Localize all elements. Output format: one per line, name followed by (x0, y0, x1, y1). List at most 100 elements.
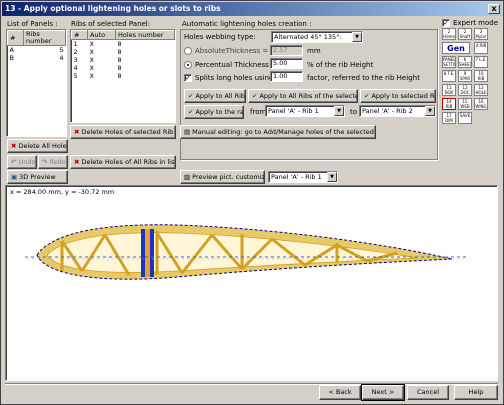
cancel-button[interactable]: Cancel (407, 385, 449, 400)
tool-te[interactable]: 8 T.E. (442, 70, 456, 82)
tool-panel-setting[interactable]: PANEL SETTING (442, 56, 456, 68)
panel-row[interactable]: A 5 (8, 46, 66, 55)
rib-row[interactable]: 5 X 8 (72, 72, 175, 80)
tool-save[interactable]: SAVE (458, 112, 472, 124)
absolute-thickness-radio[interactable]: AbsoluteThickness = (184, 47, 268, 56)
spar-stripe (145, 229, 150, 277)
rib-preview-canvas[interactable]: x = 284.00 mm, y = -30.72 mm (5, 185, 498, 381)
absolute-thickness-field[interactable]: 2.57 (270, 45, 303, 56)
split-factor-field[interactable]: 1.00 (270, 71, 303, 82)
close-button[interactable]: x (488, 4, 500, 14)
cancel-label: Cancel (416, 388, 440, 396)
delete-all-holes-button[interactable]: ✖ Delete All Holes! (7, 139, 68, 153)
tool-label: 2 Home (443, 29, 455, 39)
tool-mylar[interactable]: 3 Mylar (474, 28, 488, 40)
tool-le[interactable]: 7 L.E. (474, 56, 488, 68)
preview-3d-button[interactable]: ▣ 3D Preview (7, 170, 68, 184)
tool-shaft[interactable]: 2 Shaft (458, 28, 472, 40)
rib-auto: X (89, 40, 94, 48)
tool-web[interactable]: 15 WEB (458, 98, 472, 110)
rib-holes: 8 (117, 56, 122, 64)
split-holes-checkbox[interactable]: ✓ Splits long holes using a (184, 74, 280, 83)
tool-label: 4 RIB (475, 43, 487, 48)
rib-id: 5 (73, 72, 78, 80)
tool-home[interactable]: 2 Home (442, 28, 456, 40)
panel-id: A (9, 46, 14, 54)
tool-label: 16 WING TIP (475, 99, 487, 109)
webbing-type-select[interactable]: Alternated 45° 135°: ▼ (271, 31, 363, 43)
ribs-col-holes[interactable]: Holes number (115, 30, 175, 40)
tool-gen[interactable]: Gen (442, 42, 470, 54)
dialog-window: 13 - Apply optional lightening holes or … (0, 0, 504, 405)
tool-label: 13 HOLE (475, 85, 487, 95)
rib-row[interactable]: 2 X 8 (72, 48, 175, 56)
back-button[interactable]: < Back (319, 385, 361, 400)
rib-drawing (25, 224, 467, 280)
chevron-down-icon: ▼ (352, 32, 362, 42)
ribs-col-auto[interactable]: Auto (87, 30, 116, 40)
delete-holes-all-ribs-label: Delete Holes of All Ribs in list (81, 158, 176, 166)
expert-mode-checkbox[interactable]: ✓ Expert mode (442, 19, 498, 28)
rib-row[interactable]: 4 X 8 (72, 64, 175, 72)
check-icon: ✔ (364, 92, 370, 100)
rib-holes: 8 (117, 64, 122, 72)
preview-rib-select[interactable]: Panel 'A' - Rib 1 ▼ (268, 171, 338, 183)
rib-row[interactable]: 1 X 8 (72, 40, 175, 49)
panel-row[interactable]: B 4 (8, 54, 66, 62)
tool-label: 10 RIB SLOTS (477, 71, 485, 81)
checkbox-checked-icon: ✓ (442, 19, 450, 27)
panels-col-ribs[interactable]: Ribs number (23, 30, 66, 46)
tool-wing-tip[interactable]: 16 WING TIP (474, 98, 488, 110)
panels-list[interactable]: # Ribs number A 5 B 4 (6, 29, 67, 137)
range-to-select[interactable]: Panel 'A' - Rib 2 ▼ (359, 105, 436, 117)
redo-label: Redo (49, 158, 66, 166)
panel-ribs-count: 5 (59, 46, 64, 54)
tool-rib[interactable]: 4 RIB (474, 42, 488, 54)
manual-editing-button[interactable]: ▤ Manual editing: go to Add/Manage holes … (180, 125, 376, 139)
delete-icon: ✖ (74, 158, 80, 166)
tool-dim[interactable]: 17 DIM (442, 112, 456, 124)
tool-rib-holes[interactable]: 14 RIB HOLES (442, 98, 456, 110)
next-button[interactable]: Next > (361, 384, 405, 401)
apply-all-ribs-panel-button[interactable]: ✔Apply to All Ribs of the selected Panel (248, 89, 358, 103)
range-from-select[interactable]: Panel 'A' - Rib 1 ▼ (265, 105, 345, 117)
tool-label: PANEL SETTING (443, 57, 456, 67)
panels-label: List of Panels : (7, 20, 58, 28)
tool-label: 2 Shaft (459, 29, 471, 39)
undo-button[interactable]: ↶ Undo (7, 155, 37, 169)
preview-pict-label: Preview pict. customization (192, 173, 265, 181)
rib-id: 1 (73, 40, 78, 48)
redo-button[interactable]: ↷ Redo (38, 155, 68, 169)
range-from-value: Panel 'A' - Rib 1 (268, 107, 319, 115)
ribs-col-index[interactable]: # (71, 30, 88, 40)
tool-label: 12 DOC (460, 85, 470, 95)
absolute-unit: mm (307, 47, 321, 55)
ribs-list[interactable]: # Auto Holes number 1 X 8 2 X 8 3 X 8 4 X 8 5 X 8 (70, 29, 176, 123)
apply-range-button[interactable]: ✔Apply to the range: (184, 105, 244, 119)
tool-label: 3 Mylar (475, 29, 487, 39)
rib-id: 3 (73, 56, 78, 64)
delete-holes-selected-rib-button[interactable]: ✖ Delete Holes of selected Rib (70, 125, 176, 139)
back-label: < Back (328, 388, 352, 396)
delete-holes-all-ribs-button[interactable]: ✖ Delete Holes of All Ribs in list (70, 155, 176, 169)
manual-editing-label: Manual editing: go to Add/Manage holes o… (192, 128, 376, 136)
tool-sheet[interactable]: 6 SHEET (458, 56, 472, 68)
tool-hole[interactable]: 13 HOLE (474, 84, 488, 96)
panels-col-index[interactable]: # (7, 30, 24, 46)
tool-box[interactable]: 11 BOX (442, 84, 456, 96)
help-button[interactable]: Help (454, 385, 498, 400)
percentual-thickness-radio[interactable]: Percentual Thickness = (184, 61, 277, 70)
radio-icon (184, 47, 192, 55)
panel-id: B (9, 54, 14, 62)
tool-spar[interactable]: 9 SPAR (458, 70, 472, 82)
percentual-thickness-field[interactable]: 5.00 (270, 58, 303, 69)
apply-selected-rib-button[interactable]: ✔ Apply to selected Rib (360, 89, 436, 103)
tool-doc[interactable]: 12 DOC (458, 84, 472, 96)
check-icon: ✔ (188, 92, 194, 100)
tool-rib-slots[interactable]: 10 RIB SLOTS (474, 70, 488, 82)
auto-group-title: Automatic lightening holes creation : (182, 20, 312, 28)
preview-pict-button[interactable]: ▨Preview pict. customization (180, 170, 265, 184)
rib-row[interactable]: 3 X 8 (72, 56, 175, 64)
range-to-label: to (350, 108, 358, 116)
apply-all-ribs-button[interactable]: ✔ Apply to All Ribs! (184, 89, 246, 103)
